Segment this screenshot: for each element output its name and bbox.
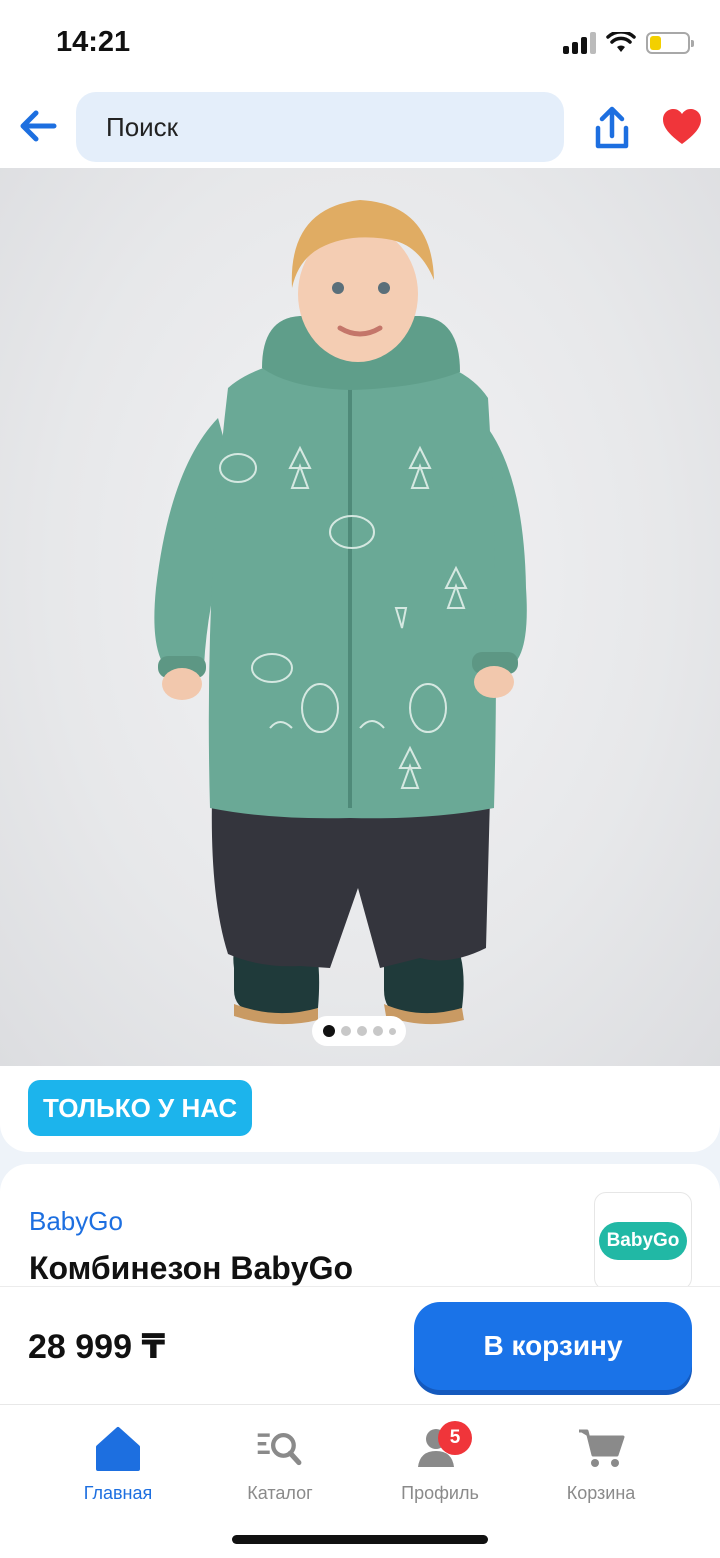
- tab-catalog-label: Каталог: [247, 1483, 313, 1503]
- tab-profile[interactable]: 5 Профиль: [380, 1421, 500, 1505]
- home-indicator: [232, 1535, 488, 1544]
- add-to-cart-button[interactable]: В корзину: [414, 1302, 692, 1390]
- profile-notification-badge: 5: [438, 1421, 472, 1455]
- back-arrow-icon[interactable]: [18, 106, 58, 146]
- product-price: 28 999 ₸: [28, 1328, 166, 1366]
- home-icon: [96, 1427, 140, 1471]
- price-bar: 28 999 ₸ В корзину: [0, 1286, 720, 1404]
- search-placeholder: Поиск: [106, 111, 179, 142]
- catalog-search-icon: [257, 1433, 302, 1466]
- status-bar: 14:21: [0, 0, 720, 84]
- product-title: Комбинезон BabyGo: [29, 1250, 354, 1286]
- top-bar: Поиск: [0, 84, 720, 168]
- brand-link[interactable]: BabyGo: [29, 1206, 123, 1237]
- gallery-dot-active[interactable]: [322, 1025, 335, 1037]
- gallery-pagination-dots[interactable]: [312, 1016, 406, 1046]
- status-icons: [563, 30, 694, 56]
- product-photo: [154, 200, 527, 1025]
- tab-cart-label: Корзина: [566, 1483, 636, 1503]
- wifi-icon: [606, 32, 636, 52]
- cart-icon: [579, 1429, 625, 1467]
- exclusive-badge: ТОЛЬКО У НАС: [28, 1080, 253, 1136]
- gallery-dot[interactable]: [356, 1026, 367, 1036]
- search-input[interactable]: Поиск: [76, 92, 564, 162]
- heart-icon[interactable]: [662, 108, 702, 146]
- tab-cart[interactable]: Корзина: [541, 1425, 661, 1505]
- cellular-signal-icon: [563, 32, 596, 54]
- product-image-gallery[interactable]: [0, 168, 720, 1066]
- tab-home-label: Главная: [83, 1483, 153, 1503]
- gallery-dot[interactable]: [340, 1026, 351, 1036]
- brand-logo-button[interactable]: BabyGo: [594, 1192, 692, 1290]
- share-icon[interactable]: [592, 106, 632, 150]
- tab-home[interactable]: Главная: [58, 1425, 178, 1505]
- brand-logo: BabyGo: [599, 1222, 687, 1260]
- gallery-dot[interactable]: [372, 1026, 383, 1036]
- status-time: 14:21: [56, 26, 131, 58]
- profile-icon-wrap: 5: [416, 1421, 472, 1471]
- gallery-dot[interactable]: [388, 1027, 396, 1035]
- badge-card: ТОЛЬКО У НАС: [0, 1066, 720, 1152]
- product-info-card: BabyGo Комбинезон BabyGo BabyGo: [0, 1164, 720, 1294]
- battery-icon: [646, 32, 694, 54]
- tab-profile-label: Профиль: [401, 1483, 479, 1503]
- tab-catalog[interactable]: Каталог: [220, 1425, 340, 1505]
